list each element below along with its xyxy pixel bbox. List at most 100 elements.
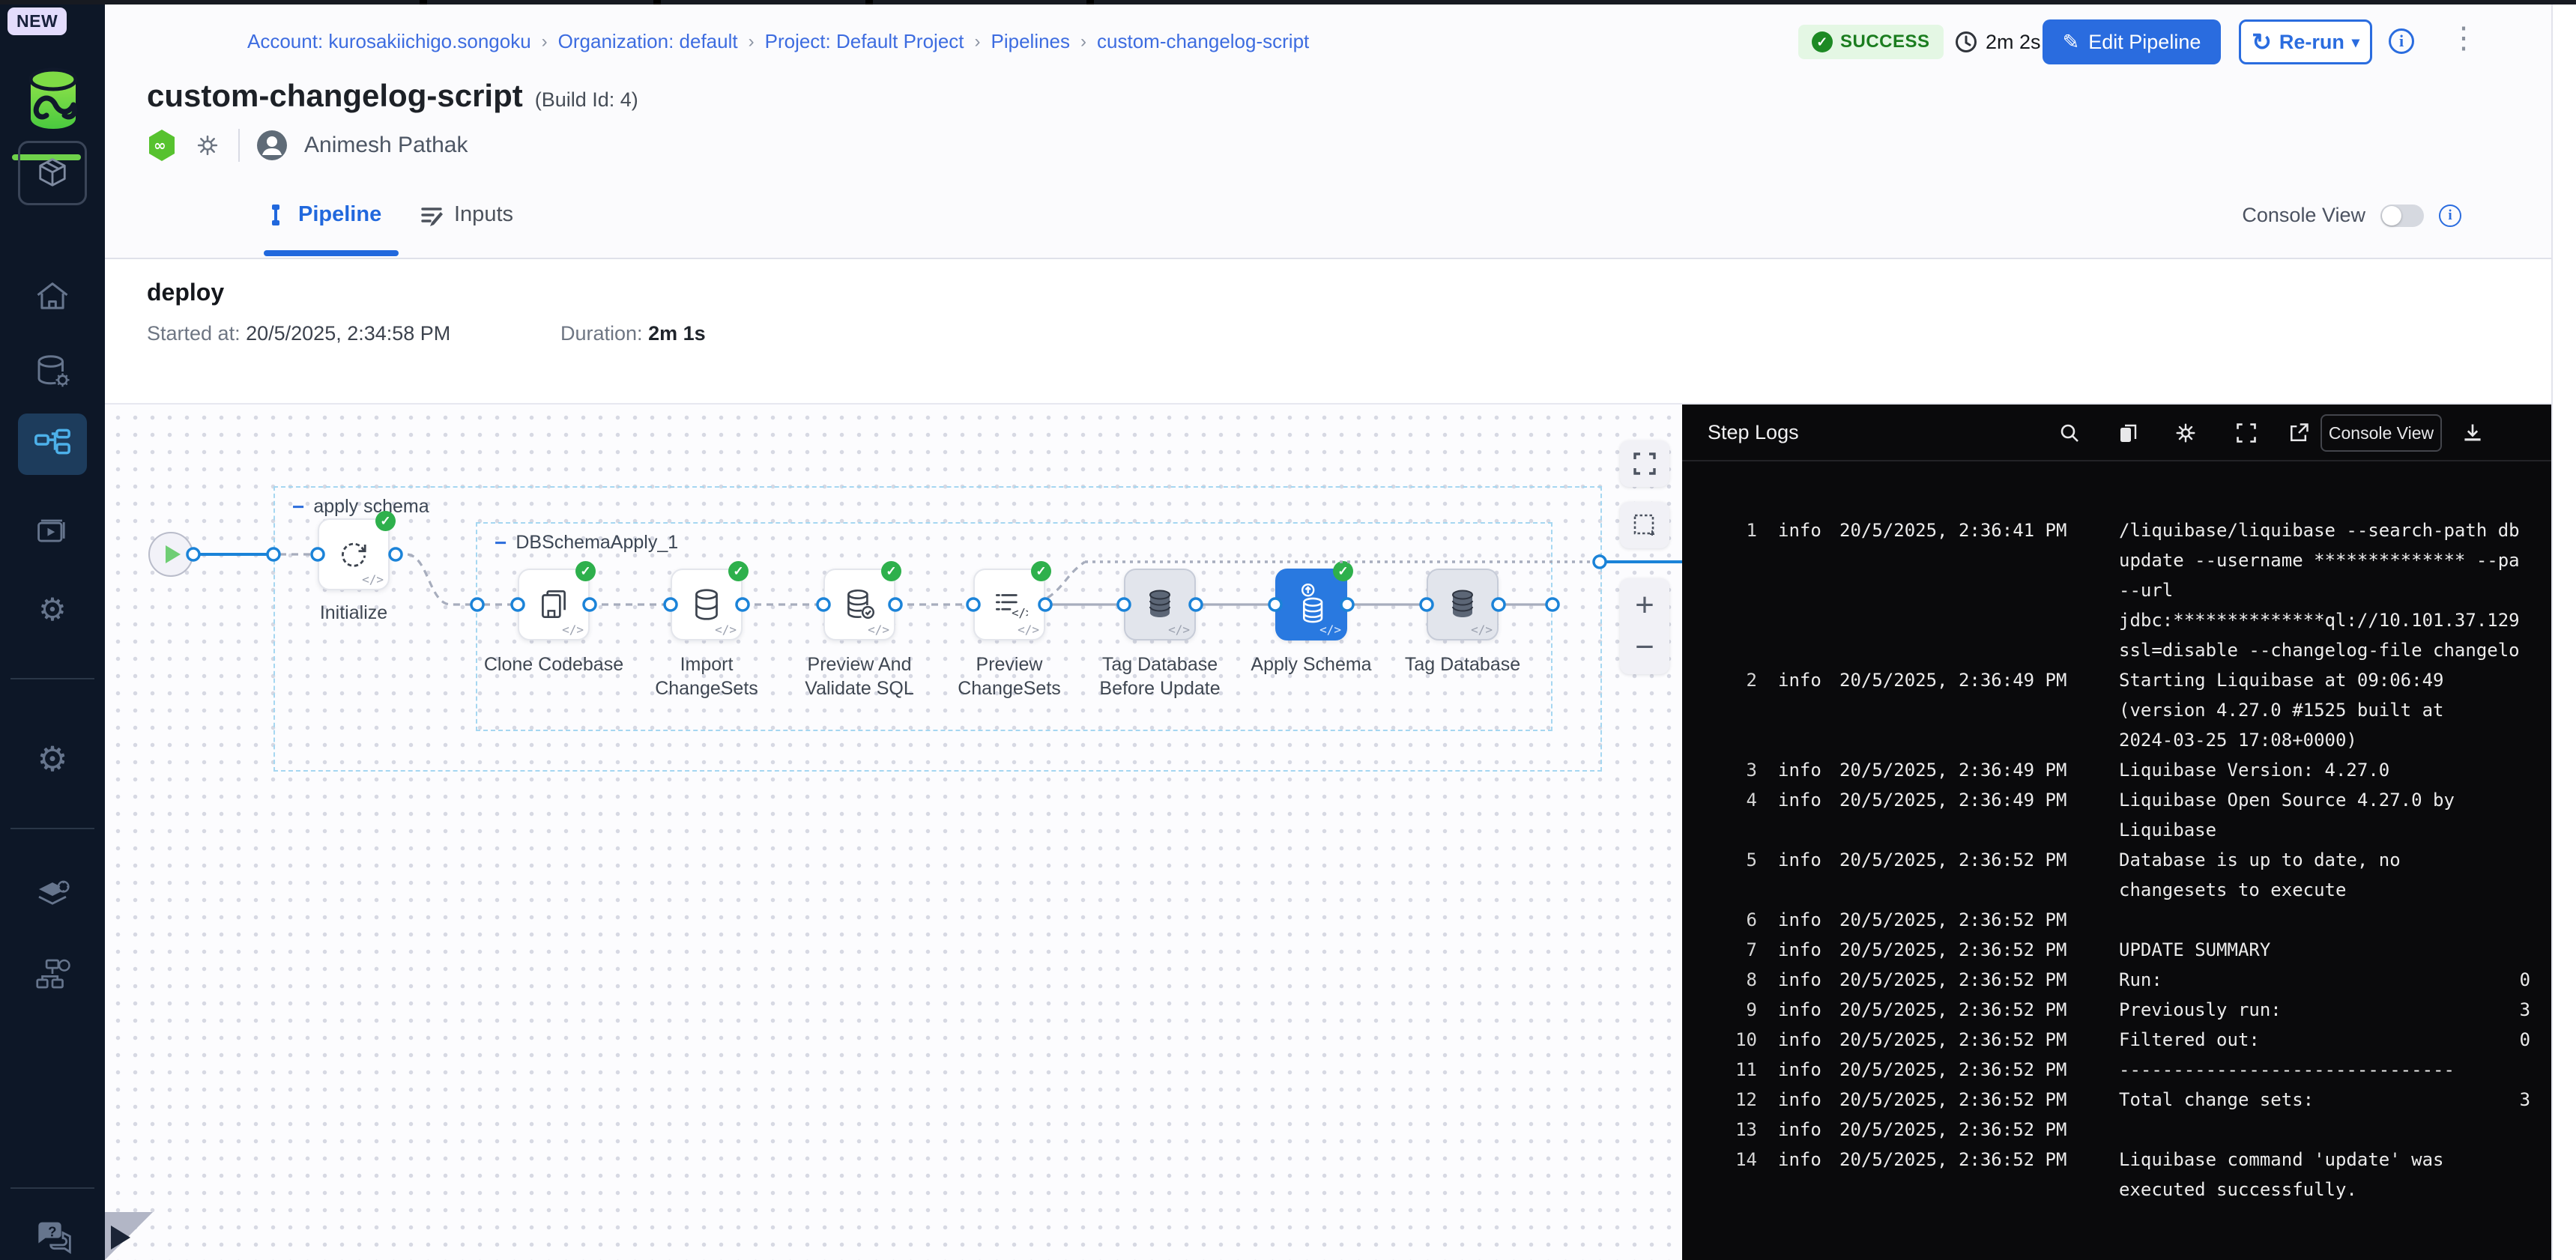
step-logs-header: Step Logs Console View: [1682, 405, 2551, 461]
breadcrumb-current[interactable]: custom-changelog-script: [1097, 30, 1309, 53]
harness-dbops-logo-icon[interactable]: [25, 66, 81, 144]
sidebar-item-home[interactable]: [0, 276, 105, 318]
clone-codebase-icon: [535, 586, 572, 623]
breadcrumb-project[interactable]: Project: Default Project: [765, 30, 964, 53]
layers-gear-icon: [32, 876, 73, 916]
clock-icon: [1954, 30, 1978, 54]
step-node-clone-codebase[interactable]: ✓ </>: [518, 569, 590, 640]
module-cube-icon: [33, 154, 72, 193]
step-node-tag-database[interactable]: </>: [1427, 569, 1499, 640]
svg-text:∞: ∞: [154, 136, 166, 154]
apply-schema-icon: [1292, 583, 1331, 626]
step-node-apply-schema[interactable]: ✓ </>: [1275, 569, 1347, 640]
step-node-preview-validate-sql[interactable]: ✓ </>: [823, 569, 895, 640]
stage-name: deploy: [147, 279, 224, 306]
sidebar-item-environment-settings[interactable]: ⚙: [0, 589, 105, 631]
sidebar-item-database-settings[interactable]: [0, 351, 105, 393]
database-filled-icon: [1445, 587, 1481, 623]
toggle-knob: [2382, 206, 2401, 225]
collapse-icon[interactable]: −: [495, 533, 507, 554]
sidebar-divider: [10, 828, 94, 829]
step-label: Clone Codebase: [483, 652, 625, 676]
pipeline-canvas[interactable]: − apply schema − DBSchemaApply_1 ✓ </> I…: [105, 405, 1682, 1260]
console-view-toggle[interactable]: [2380, 205, 2424, 227]
sidebar-item-executions[interactable]: [0, 509, 105, 551]
tab-pipeline-label: Pipeline: [298, 202, 381, 227]
canvas-select-button[interactable]: [1620, 502, 1669, 548]
breadcrumb-organization[interactable]: Organization: default: [558, 30, 738, 53]
sidebar-item-pipelines[interactable]: [18, 414, 87, 475]
caret-down-icon: ▾: [2352, 33, 2359, 52]
changeset-list-icon: </>: [991, 586, 1028, 623]
log-console-view-button[interactable]: Console View: [2320, 414, 2442, 452]
page-title: custom-changelog-script(Build Id: 4): [147, 78, 638, 114]
expand-panel-arrow[interactable]: [111, 1226, 130, 1250]
pencil-icon: ✎: [2063, 31, 2080, 54]
stage-duration: Duration: 2m 1s: [560, 322, 706, 345]
step-label: Preview ChangeSets: [938, 652, 1080, 700]
step-label: Import ChangeSets: [635, 652, 778, 700]
log-open-external-button[interactable]: [2284, 418, 2314, 448]
view-tabbar: Pipeline Inputs Console View i: [105, 184, 2551, 259]
step-label: Preview And Validate SQL: [788, 652, 931, 700]
console-view-label: Console View: [2242, 204, 2365, 227]
database-filled-icon: [1142, 587, 1178, 623]
step-node-initialize[interactable]: ✓ </>: [318, 518, 390, 590]
zoom-in-button[interactable]: +: [1635, 584, 1654, 626]
canvas-fullscreen-button[interactable]: [1620, 440, 1669, 487]
sidebar-item-project-settings[interactable]: ⚙: [0, 738, 105, 780]
tab-pipeline[interactable]: Pipeline: [264, 202, 381, 227]
pipeline-tab-icon: [264, 203, 288, 227]
step-logs-panel: Step Logs Console View 1info20/5/2025, 2…: [1682, 405, 2551, 1260]
breadcrumb-account[interactable]: Account: kurosakiichigo.songoku: [247, 30, 531, 53]
step-label: Tag Database Before Update: [1089, 652, 1231, 700]
duration-value: 2m 2s: [1986, 31, 2041, 54]
breadcrumb-pipelines[interactable]: Pipelines: [991, 30, 1071, 53]
tab-inputs[interactable]: Inputs: [420, 202, 513, 227]
database-gear-icon: [32, 351, 73, 392]
step-success-badge: ✓: [1031, 561, 1051, 581]
log-fullscreen-button[interactable]: [2231, 418, 2261, 448]
stepgroup-label[interactable]: − DBSchemaApply_1: [495, 532, 678, 554]
sidebar-divider: [10, 678, 94, 679]
rerun-info-icon[interactable]: i: [2389, 28, 2414, 54]
step-label: Apply Schema: [1240, 652, 1382, 676]
more-options-button[interactable]: ⋮: [2449, 21, 2479, 55]
pipeline-settings-gear-icon[interactable]: [193, 131, 222, 160]
browser-edge-strip: [0, 0, 2576, 4]
stage-group-name: apply schema: [313, 496, 429, 518]
module-hexagon-icon[interactable]: ∞: [147, 129, 177, 162]
rerun-button[interactable]: ↻ Re-run ▾: [2239, 19, 2372, 64]
log-download-button[interactable]: [2458, 418, 2488, 448]
log-search-button[interactable]: [2055, 418, 2084, 448]
active-tab-indicator: [264, 250, 399, 256]
play-icon: [166, 545, 181, 563]
edit-pipeline-label: Edit Pipeline: [2088, 31, 2201, 54]
rerun-label: Re-run: [2279, 31, 2344, 54]
step-code-icon: </>: [715, 623, 737, 637]
step-label: Tag Database: [1391, 652, 1534, 676]
step-code-icon: </>: [1018, 623, 1039, 637]
sidebar-item-help-chat[interactable]: ?: [0, 1212, 105, 1257]
sidebar-item-org-settings[interactable]: [0, 953, 105, 995]
log-settings-button[interactable]: [2171, 418, 2201, 448]
log-copy-button[interactable]: [2113, 418, 2143, 448]
sidebar-item-layers-settings[interactable]: [0, 875, 105, 917]
status-badge: ✓ SUCCESS: [1798, 25, 1944, 59]
inputs-tab-icon: [420, 203, 444, 227]
stage-group-label[interactable]: − apply schema: [292, 496, 429, 518]
pipelines-icon: [31, 423, 73, 465]
step-node-import-changesets[interactable]: ✓ </>: [671, 569, 743, 640]
edit-pipeline-button[interactable]: ✎ Edit Pipeline: [2043, 19, 2221, 64]
home-icon: [33, 277, 72, 316]
step-node-tag-database-before-update[interactable]: </>: [1124, 569, 1196, 640]
collapse-icon[interactable]: −: [292, 497, 304, 518]
sidebar-item-module-selector[interactable]: [18, 141, 87, 205]
console-view-info-icon[interactable]: i: [2439, 205, 2461, 227]
zoom-out-button[interactable]: −: [1635, 626, 1654, 668]
page-scrollbar[interactable]: [2551, 0, 2576, 1260]
step-node-preview-changesets[interactable]: </> ✓ </>: [973, 569, 1045, 640]
step-success-badge: ✓: [728, 561, 749, 581]
pipeline-start-node[interactable]: [148, 532, 193, 577]
started-label: Started at:: [147, 322, 241, 345]
